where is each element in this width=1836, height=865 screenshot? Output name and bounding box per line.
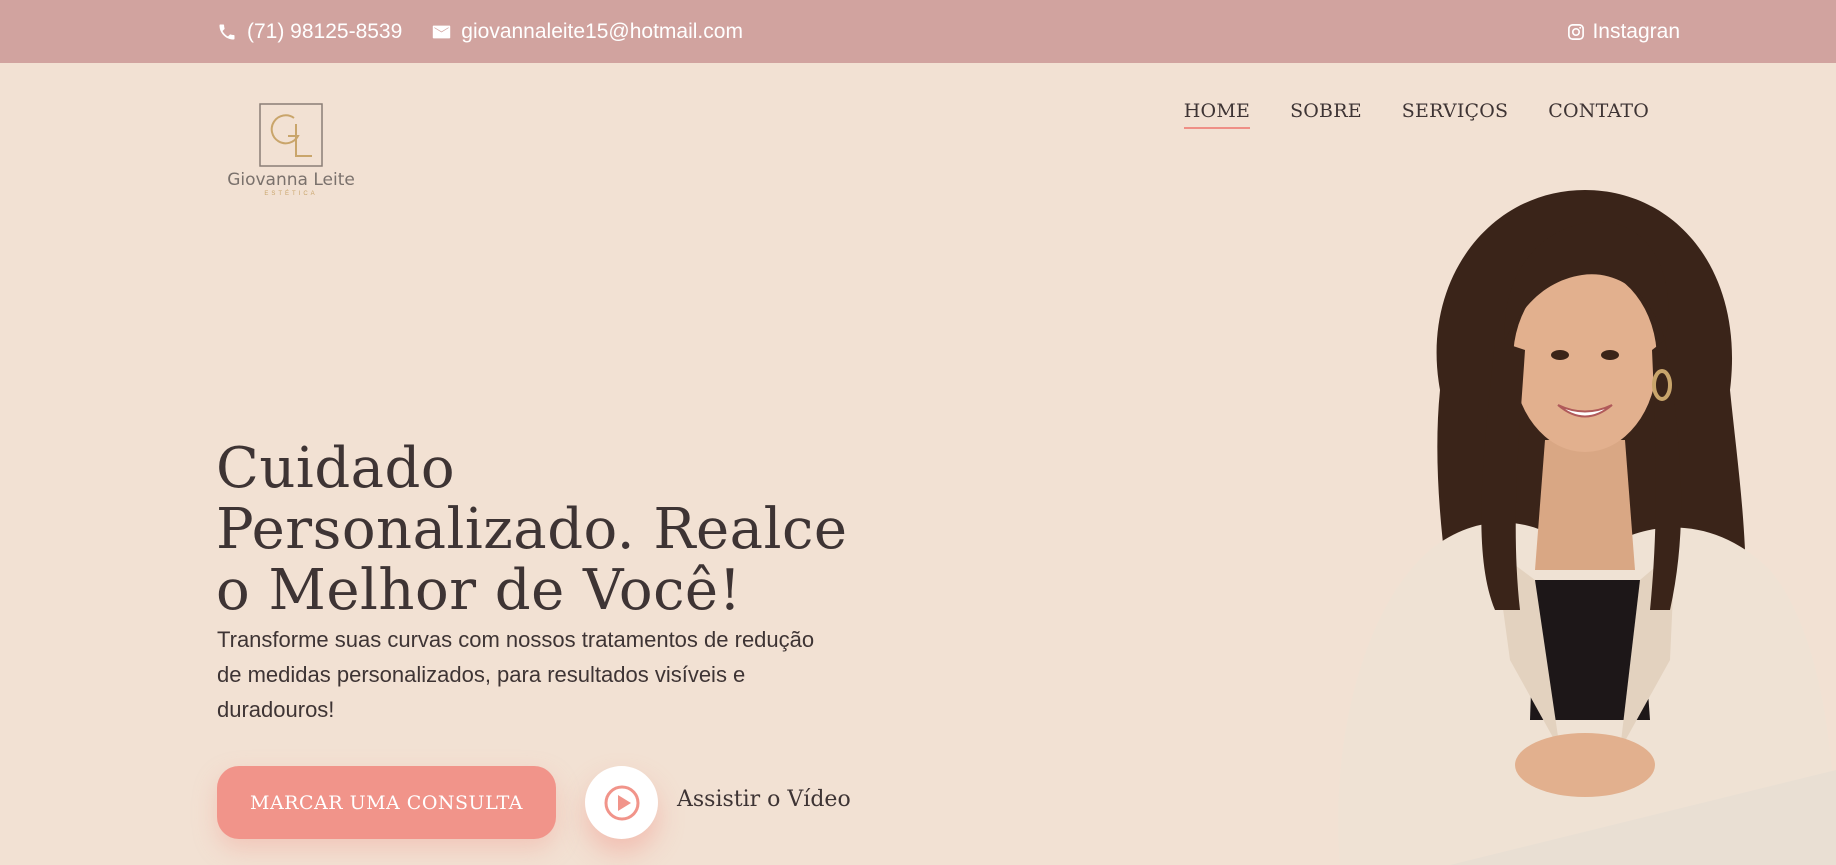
hero-description: Transforme suas curvas com nossos tratam… <box>217 627 815 722</box>
phone-icon <box>219 24 235 39</box>
email-address: giovannaleite15@hotmail.com <box>461 19 743 43</box>
nav-home[interactable]: HOME <box>1183 100 1251 129</box>
monogram-mark <box>258 102 324 168</box>
phone-number: (71) 98125-8539 <box>247 19 403 43</box>
watch-video-link[interactable]: Assistir o Vídeo <box>677 787 851 812</box>
play-icon <box>604 785 639 820</box>
instagram-label: Instagran <box>1592 19 1680 43</box>
brand-name: Giovanna Leite <box>227 170 355 190</box>
mail-icon <box>433 25 451 38</box>
instagram-icon <box>1568 23 1585 40</box>
main-nav: HOME SOBRE SERVIÇOS CONTATO <box>1144 100 1649 129</box>
contact-info: (71) 98125-8539 giovannaleite15@hotmail.… <box>217 0 773 63</box>
nav-contato[interactable]: CONTATO <box>1548 100 1649 129</box>
nav-sobre[interactable]: SOBRE <box>1290 100 1362 129</box>
brand-logo[interactable]: Giovanna Leite ESTÉTICA <box>227 102 355 202</box>
top-contact-bar: (71) 98125-8539 giovannaleite15@hotmail.… <box>0 0 1836 63</box>
phone-link[interactable]: (71) 98125-8539 <box>217 20 402 44</box>
brand-tagline: ESTÉTICA <box>264 191 318 197</box>
play-video-button[interactable] <box>585 766 658 839</box>
nav-servicos[interactable]: SERVIÇOS <box>1402 100 1508 129</box>
email-link[interactable]: giovannaleite15@hotmail.com <box>432 20 743 44</box>
instagram-link[interactable]: Instagran <box>1567 0 1680 63</box>
hero-title: Cuidado Personalizado. Realce o Melhor d… <box>216 436 848 623</box>
book-consultation-button[interactable]: MARCAR UMA CONSULTA <box>217 766 556 839</box>
portrait-image <box>1338 190 1836 865</box>
